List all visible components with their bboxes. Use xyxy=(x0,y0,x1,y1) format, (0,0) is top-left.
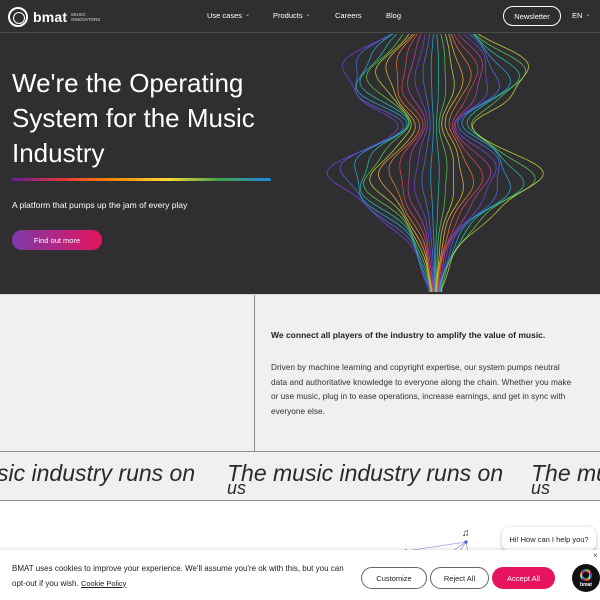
logo-wordmark: bmat xyxy=(33,9,68,25)
hero-title: We're the Operating System for the Music… xyxy=(12,68,255,168)
hero-section: We're the Operating System for the Music… xyxy=(0,34,600,294)
logo-tagline: MUSIC INNOVATORS xyxy=(71,12,101,22)
language-selector[interactable]: EN ⌄ xyxy=(572,11,590,20)
wave-line xyxy=(441,34,544,293)
bmat-logo-icon xyxy=(580,568,592,581)
bmat-logo[interactable]: bmat MUSIC INNOVATORS xyxy=(8,7,111,27)
chat-prompt-bubble[interactable]: Hi! How can I help you? xyxy=(502,527,596,551)
site-header: bmat MUSIC INNOVATORS Use cases ⌄ Produc… xyxy=(0,0,600,33)
scrolling-marquee: sic industry runs on The music industry … xyxy=(0,451,600,501)
nav-products[interactable]: Products ⌄ xyxy=(273,11,311,20)
marquee-text: The music industry runs on xyxy=(227,460,504,486)
wave-line xyxy=(388,34,433,293)
wave-line xyxy=(421,34,435,292)
wave-line xyxy=(378,34,432,293)
nav-careers[interactable]: Careers xyxy=(335,11,362,20)
reject-all-button[interactable]: Reject All xyxy=(430,567,489,589)
intro-headline: We connect all players of the industry t… xyxy=(271,330,546,340)
accept-all-button[interactable]: Accept All xyxy=(492,567,555,589)
sound-wave-illustration xyxy=(326,34,544,293)
rainbow-divider xyxy=(12,178,271,181)
wave-line xyxy=(407,34,434,292)
nav-use-cases[interactable]: Use cases ⌄ xyxy=(207,11,250,20)
section-divider xyxy=(254,295,255,452)
marquee-text: sic industry runs on xyxy=(0,460,196,486)
chatbot-label: bmat xyxy=(580,581,592,588)
newsletter-button[interactable]: Newsletter xyxy=(503,6,561,26)
wave-line xyxy=(438,34,492,293)
chatbot-launcher[interactable]: bmat xyxy=(572,564,600,592)
chevron-down-icon: ⌄ xyxy=(245,12,251,18)
intro-section: We connect all players of the industry t… xyxy=(0,294,600,452)
cookie-message: BMAT uses cookies to improve your experi… xyxy=(12,564,344,588)
close-icon[interactable]: × xyxy=(593,551,598,560)
find-out-more-button[interactable]: Find out more xyxy=(12,230,102,250)
wave-line xyxy=(440,34,536,292)
nav-blog[interactable]: Blog xyxy=(386,11,401,20)
wave-line xyxy=(354,34,431,293)
nav-products-label: Products xyxy=(273,11,303,20)
cookie-text: BMAT uses cookies to improve your experi… xyxy=(12,562,352,591)
music-note-icon: ♫ xyxy=(462,528,470,539)
network-graph-illustration: ♫ xyxy=(404,528,470,553)
nav-careers-label: Careers xyxy=(335,11,362,20)
intro-body: Driven by machine learning and copyright… xyxy=(271,362,572,416)
nav-use-cases-label: Use cases xyxy=(207,11,243,20)
marquee-word-below: us xyxy=(227,478,247,498)
wave-line xyxy=(439,34,512,293)
marquee-word-below: us xyxy=(531,478,551,498)
chevron-down-icon: ⌄ xyxy=(305,12,311,18)
language-label: EN xyxy=(572,11,583,20)
chevron-down-icon: ⌄ xyxy=(585,12,591,18)
nav-blog-label: Blog xyxy=(386,11,402,20)
cookie-policy-link[interactable]: Cookie Policy xyxy=(81,579,126,588)
hero-subtitle: A platform that pumps up the jam of ever… xyxy=(12,200,188,210)
wave-line xyxy=(437,34,474,292)
customize-button[interactable]: Customize xyxy=(361,567,427,589)
bmat-logo-icon xyxy=(8,7,28,27)
wave-line xyxy=(438,34,500,293)
